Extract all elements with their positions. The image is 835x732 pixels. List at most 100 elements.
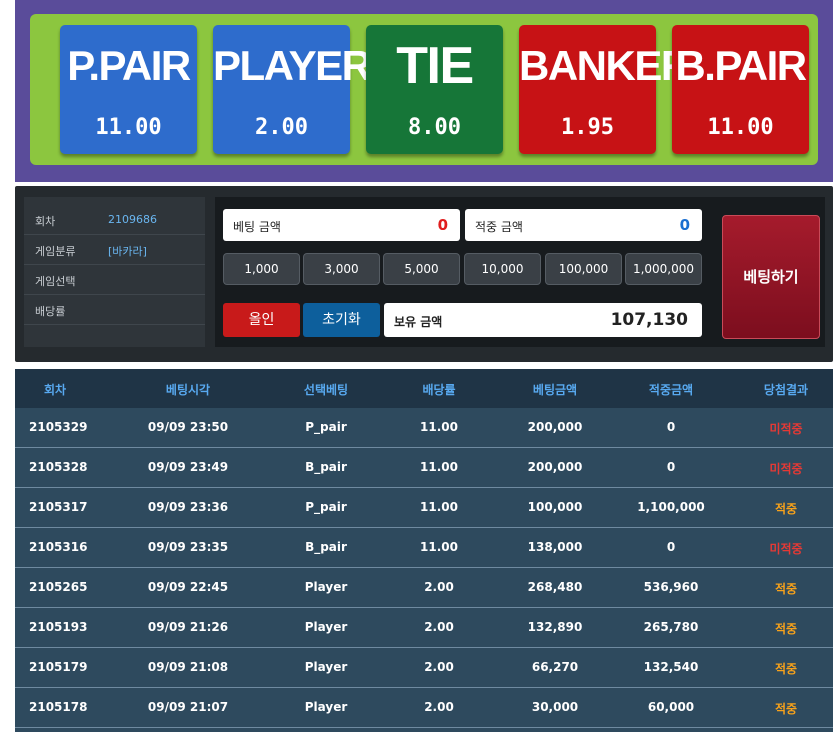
chip-100000-button[interactable]: 100,000 xyxy=(545,253,622,285)
table-row: 2105328 09/09 23:49 B_pair 11.00 200,000 0 미적중 xyxy=(15,448,833,488)
bet-name: TIE xyxy=(396,37,474,95)
bet-banker-pair-button[interactable]: B.PAIR 11.00 xyxy=(672,25,809,154)
selection-cell: B_pair xyxy=(305,460,347,474)
column-header: 회차 xyxy=(43,383,67,397)
bet-odds: 11.00 xyxy=(707,115,774,140)
holding-amount: 보유 금액 107,130 xyxy=(384,303,702,337)
info-row-category: 게임분류 [바카라] xyxy=(24,235,205,265)
odds-cell: 2.00 xyxy=(424,620,454,634)
game-info: 회차 2109686 게임분류 [바카라] 게임선택 배당률 xyxy=(24,197,205,347)
table-header: 회차 베팅시각 선택베팅 배당률 베팅금액 적중금액 당첨결과 xyxy=(15,369,833,408)
info-label: 게임선택 xyxy=(35,275,76,288)
round-cell: 2105329 xyxy=(29,420,88,434)
bet-name: BANKER xyxy=(519,42,691,89)
bet-time-cell: 09/09 23:49 xyxy=(147,460,229,474)
selection-cell: P_pair xyxy=(305,420,347,434)
chip-1000000-button[interactable]: 1,000,000 xyxy=(625,253,702,285)
bet-amount-cell: 138,000 xyxy=(527,540,583,554)
table-row: 2105179 09/09 21:08 Player 2.00 66,270 132,54… xyxy=(15,648,833,688)
bet-time-cell: 09/09 23:50 xyxy=(147,420,229,434)
odds-cell: 2.00 xyxy=(424,700,454,714)
round-cell: 2105317 xyxy=(29,500,88,514)
chip-3000-button[interactable]: 3,000 xyxy=(303,253,380,285)
odds-cell: 11.00 xyxy=(420,500,458,514)
chip-10000-button[interactable]: 10,000 xyxy=(464,253,541,285)
round-cell: 2105179 xyxy=(29,660,88,674)
column-header: 배당률 xyxy=(422,383,456,397)
bet-amount-field[interactable]: 베팅 금액 0 xyxy=(223,209,460,241)
result-cell: 미적중 xyxy=(769,462,803,476)
bet-time-cell: 09/09 23:35 xyxy=(147,540,229,554)
win-amount-field: 적중 금액 0 xyxy=(465,209,702,241)
selection-cell: Player xyxy=(304,620,348,634)
bet-amount-cell: 30,000 xyxy=(531,700,579,714)
holding-label: 보유 금액 xyxy=(394,315,443,329)
chip-1000-button[interactable]: 1,000 xyxy=(223,253,300,285)
result-cell: 미적중 xyxy=(769,542,803,556)
bet-name: B.PAIR xyxy=(675,42,807,89)
result-cell: 적중 xyxy=(774,662,798,676)
info-label: 배당률 xyxy=(35,305,66,318)
table-row: 2105317 09/09 23:36 P_pair 11.00 100,000 1,10… xyxy=(15,488,833,528)
bet-player-pair-button[interactable]: P.PAIR 11.00 xyxy=(60,25,197,154)
bet-board-frame: P.PAIR 11.00 PLAYER 2.00 TIE 8.00 BANKER… xyxy=(15,0,833,182)
table-row: 2105329 09/09 23:50 P_pair 11.00 200,000 0 미적중 xyxy=(15,408,833,448)
column-header: 베팅금액 xyxy=(532,383,578,397)
result-cell: 적중 xyxy=(774,582,798,596)
odds-cell: 2.00 xyxy=(424,660,454,674)
bet-odds: 11.00 xyxy=(95,115,162,140)
bet-amount-cell: 132,890 xyxy=(527,620,583,634)
win-amount-cell: 0 xyxy=(666,540,676,554)
bet-odds: 8.00 xyxy=(408,115,461,140)
info-label: 게임분류 xyxy=(35,245,76,258)
bet-banker-button[interactable]: BANKER 1.95 xyxy=(519,25,691,154)
bet-player-button[interactable]: PLAYER 2.00 xyxy=(213,25,372,154)
info-value: 2109686 xyxy=(108,213,157,226)
bet-odds: 1.95 xyxy=(561,115,614,140)
place-bet-button[interactable]: 베팅하기 xyxy=(722,215,820,339)
bet-name: PLAYER xyxy=(213,42,372,89)
win-amount-cell: 0 xyxy=(666,420,676,434)
info-value: [바카라] xyxy=(108,245,147,258)
column-header: 적중금액 xyxy=(648,383,694,397)
bet-amount-cell: 268,480 xyxy=(527,580,583,594)
result-cell: 적중 xyxy=(774,702,798,716)
bet-amount-cell: 200,000 xyxy=(527,420,583,434)
bet-odds: 2.00 xyxy=(255,115,308,140)
holding-value: 107,130 xyxy=(610,310,688,330)
selection-cell: Player xyxy=(304,660,348,674)
bet-time-cell: 09/09 21:07 xyxy=(147,700,229,714)
win-amount-cell: 0 xyxy=(666,460,676,474)
odds-cell: 11.00 xyxy=(420,540,458,554)
chip-5000-button[interactable]: 5,000 xyxy=(383,253,460,285)
bet-time-cell: 09/09 23:36 xyxy=(147,500,229,514)
reset-button[interactable]: 초기화 xyxy=(303,303,380,337)
round-cell: 2105193 xyxy=(29,620,88,634)
bet-time-cell: 09/09 21:26 xyxy=(147,620,229,634)
bet-time-cell: 09/09 22:45 xyxy=(147,580,229,594)
column-header: 당첨결과 xyxy=(763,383,809,397)
bet-name: P.PAIR xyxy=(67,42,191,89)
win-amount-label: 적중 금액 xyxy=(475,220,523,234)
all-in-button[interactable]: 올인 xyxy=(223,303,300,337)
win-amount-cell: 1,100,000 xyxy=(637,500,705,514)
round-cell: 2105265 xyxy=(29,580,88,594)
table-row: 2105178 09/09 21:07 Player 2.00 30,000 60,000… xyxy=(15,688,833,728)
result-cell: 적중 xyxy=(774,622,798,636)
bet-amount-cell: 100,000 xyxy=(527,500,583,514)
odds-cell: 11.00 xyxy=(420,460,458,474)
selection-cell: Player xyxy=(304,700,348,714)
result-cell: 적중 xyxy=(774,502,798,516)
round-cell: 2105178 xyxy=(29,700,88,714)
bet-history-table: 회차 베팅시각 선택베팅 배당률 베팅금액 적중금액 당첨결과 2105329 0… xyxy=(15,369,833,732)
win-amount-cell: 132,540 xyxy=(643,660,699,674)
win-amount-cell: 60,000 xyxy=(647,700,695,714)
table-row: 2105265 09/09 22:45 Player 2.00 268,480 536,9… xyxy=(15,568,833,608)
bet-tie-button[interactable]: TIE 8.00 xyxy=(366,25,503,154)
table-row: 2105193 09/09 21:26 Player 2.00 132,890 265,7… xyxy=(15,608,833,648)
column-header: 베팅시각 xyxy=(165,383,211,397)
bet-amount-cell: 66,270 xyxy=(531,660,579,674)
result-cell: 미적중 xyxy=(769,422,803,436)
info-row-selection: 게임선택 xyxy=(24,265,205,295)
win-amount-value: 0 xyxy=(679,216,690,234)
